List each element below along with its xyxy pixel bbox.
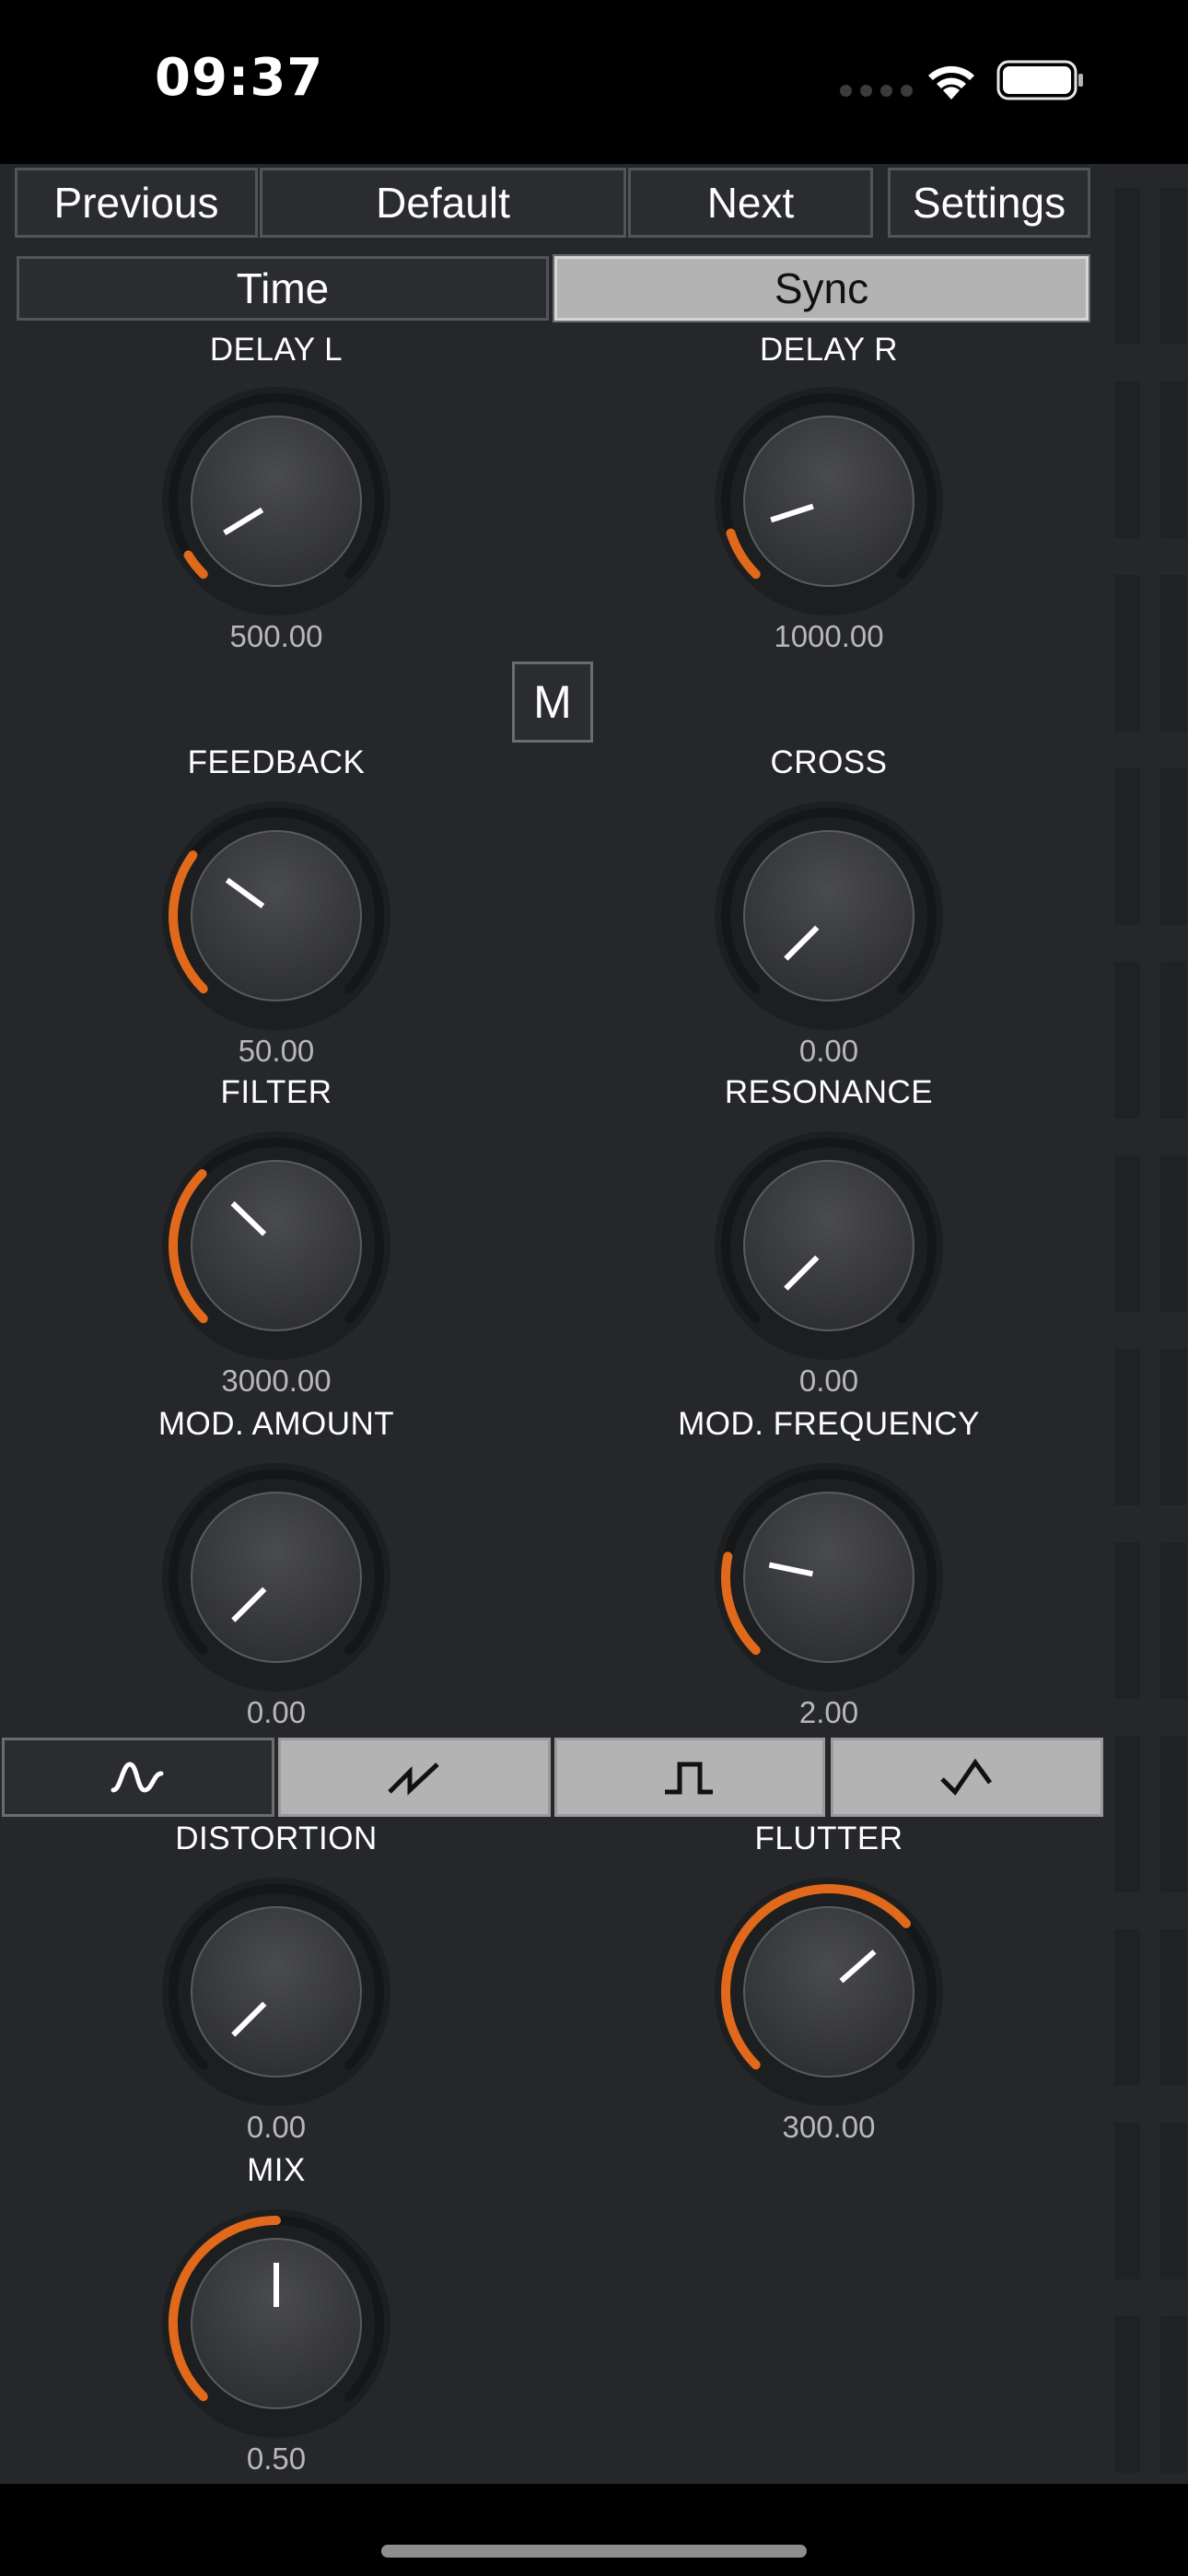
meter-segment [1160, 768, 1186, 925]
battery-icon [996, 60, 1083, 100]
delay-r-value: 1000.00 [774, 619, 884, 653]
delay-l-label: DELAY L [209, 332, 344, 368]
feedback-value: 50.00 [238, 1034, 315, 1068]
delay-r-knob[interactable] [709, 381, 949, 621]
mod-frequency-label: MOD. FREQUENCY [678, 1406, 980, 1442]
previous-preset-button[interactable]: Previous [15, 168, 258, 238]
meter-segment [1114, 1542, 1140, 1699]
sine-wave-icon [111, 1762, 164, 1793]
sync-mode-button[interactable]: Sync [553, 254, 1090, 322]
square-wave-icon [665, 1762, 713, 1795]
meter-segment [1114, 1736, 1140, 1892]
filter-value: 3000.00 [221, 1364, 332, 1398]
mod-amount-knob[interactable] [157, 1458, 396, 1697]
meter-segment [1160, 1736, 1186, 1892]
mod-frequency-knob[interactable] [709, 1458, 949, 1697]
time-mode-button[interactable]: Time [17, 256, 549, 321]
mod-frequency-value: 2.00 [798, 1695, 859, 1729]
meter-segment [1114, 768, 1140, 925]
delay-l-value: 500.00 [229, 619, 323, 653]
settings-button[interactable]: Settings [888, 168, 1090, 238]
meter-segment [1114, 962, 1140, 1118]
meter-segment [1160, 962, 1186, 1118]
flutter-value: 300.00 [782, 2110, 876, 2144]
meter-segment [1160, 1349, 1186, 1505]
flutter-knob[interactable] [709, 1872, 949, 2112]
filter-knob[interactable] [157, 1126, 396, 1365]
wifi-icon [928, 65, 974, 100]
meter-segment [1160, 188, 1186, 345]
meter-segment [1160, 2123, 1186, 2279]
home-area [0, 2484, 1188, 2576]
waveform-sine-button[interactable] [2, 1738, 274, 1817]
meter-segment [1114, 1155, 1140, 1312]
filter-label: FILTER [220, 1074, 332, 1110]
cross-knob[interactable] [709, 796, 949, 1036]
meter-segment [1160, 1542, 1186, 1699]
cross-label: CROSS [770, 744, 888, 780]
status-time: 09:37 [155, 48, 324, 108]
meter-segment [1114, 2123, 1140, 2279]
meter-segment [1114, 188, 1140, 345]
default-preset-button[interactable]: Default [260, 168, 626, 238]
feedback-label: FEEDBACK [187, 744, 366, 780]
resonance-knob[interactable] [709, 1126, 949, 1365]
meter-segment [1114, 1349, 1140, 1505]
waveform-triangle-button[interactable] [831, 1738, 1103, 1817]
resonance-label: RESONANCE [724, 1074, 934, 1110]
waveform-sawtooth-button[interactable] [278, 1738, 551, 1817]
cross-value: 0.00 [798, 1034, 859, 1068]
mix-label: MIX [247, 2152, 306, 2188]
plugin-panel: Previous Default Next Settings Time Sync… [0, 164, 1188, 2484]
meter-segment [1114, 381, 1140, 538]
meter-segment [1114, 1929, 1140, 2086]
cellular-signal-icon [840, 85, 913, 97]
level-meter [1114, 188, 1188, 2473]
sawtooth-wave-icon [388, 1762, 439, 1796]
status-bar: 09:37 [0, 0, 1188, 164]
mix-value: 0.50 [246, 2441, 307, 2476]
home-indicator[interactable] [381, 2545, 807, 2558]
mono-link-button[interactable]: M [512, 662, 593, 743]
next-preset-button[interactable]: Next [628, 168, 873, 238]
distortion-label: DISTORTION [175, 1821, 378, 1856]
meter-segment [1160, 1929, 1186, 2086]
mix-knob[interactable] [157, 2204, 396, 2443]
meter-segment [1114, 575, 1140, 732]
triangle-wave-icon [940, 1758, 993, 1796]
meter-segment [1160, 381, 1186, 538]
resonance-value: 0.00 [798, 1364, 859, 1398]
meter-segment [1114, 2316, 1140, 2473]
meter-segment [1160, 575, 1186, 732]
flutter-label: FLUTTER [754, 1821, 903, 1856]
distortion-value: 0.00 [246, 2110, 307, 2144]
meter-segment [1160, 2316, 1186, 2473]
meter-segment [1160, 1155, 1186, 1312]
feedback-knob[interactable] [157, 796, 396, 1036]
delay-l-knob[interactable] [157, 381, 396, 621]
delay-r-label: DELAY R [759, 332, 899, 368]
distortion-knob[interactable] [157, 1872, 396, 2112]
waveform-square-button[interactable] [554, 1738, 825, 1817]
mod-amount-value: 0.00 [246, 1695, 307, 1729]
mod-amount-label: MOD. AMOUNT [157, 1406, 395, 1442]
